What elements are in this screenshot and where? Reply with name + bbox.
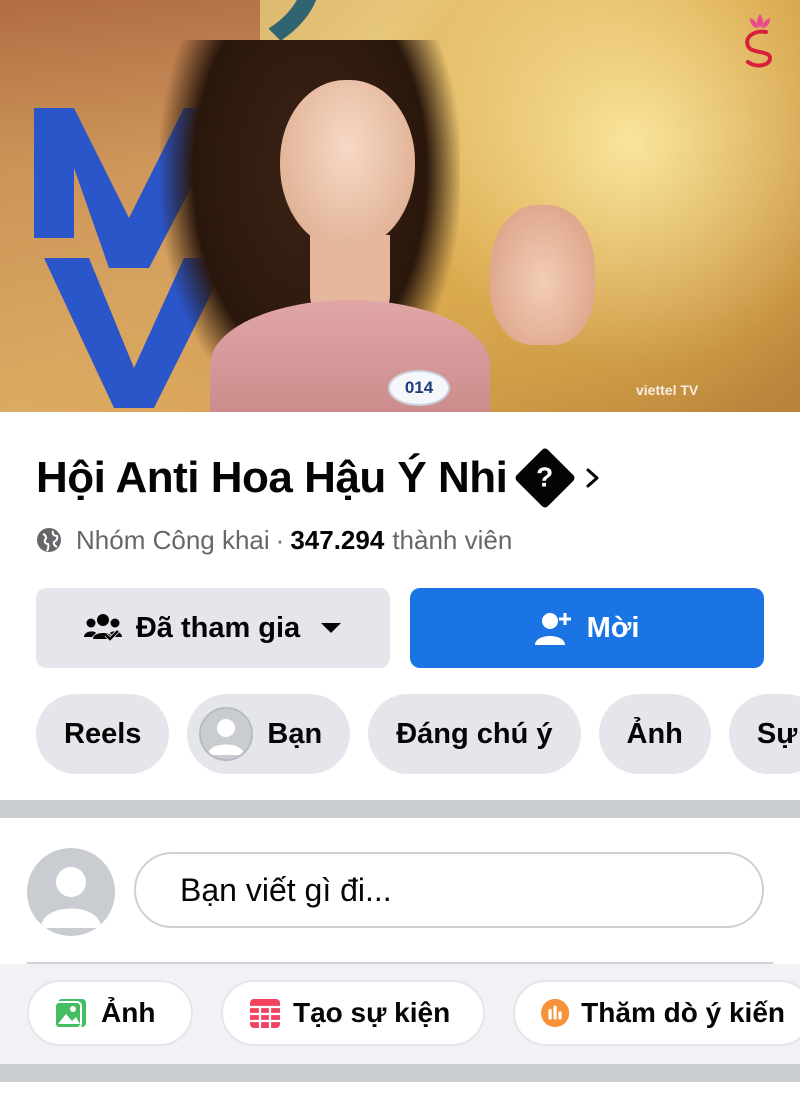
meta-separator: ·: [275, 524, 285, 555]
calendar-icon: [250, 999, 280, 1028]
group-meta: Nhóm Công khai · 347.294 thành viên: [36, 524, 512, 556]
tab-label: Ảnh: [626, 717, 683, 750]
group-members-check-icon: [83, 614, 122, 642]
photo-button-label: Ảnh: [101, 997, 156, 1028]
group-cover-photo[interactable]: 014 viettel TV: [0, 0, 800, 412]
tab-label: Đáng chú ý: [396, 717, 553, 750]
privacy-label: Nhóm Công khai: [76, 524, 270, 555]
tv-watermark: viettel TV: [636, 382, 699, 398]
tab-label: Bạn: [267, 717, 323, 750]
member-count: 347.294: [290, 524, 385, 555]
cover-person-face: [280, 80, 415, 250]
tab-friends[interactable]: Bạn: [187, 694, 351, 774]
globe-icon: [37, 528, 61, 552]
invite-button-label: Mời: [586, 611, 640, 644]
joined-button[interactable]: Đã tham gia: [36, 588, 390, 668]
section-divider: [0, 1064, 800, 1082]
feed-start: [0, 1082, 800, 1100]
invite-button[interactable]: Mời: [410, 588, 764, 668]
tab-label: Sự: [756, 717, 798, 750]
flower-s-logo-icon: [745, 14, 773, 68]
tab-events[interactable]: Sự: [728, 694, 800, 774]
add-person-icon: [534, 613, 571, 645]
caret-down-icon: [321, 623, 342, 633]
poll-button[interactable]: Thăm dò ý kiến: [513, 980, 800, 1046]
post-composer-input[interactable]: Bạn viết gì đi...: [134, 852, 764, 928]
member-label: thành viên: [392, 524, 513, 555]
group-title: Hội Anti Hoa Hậu Ý Nhi: [36, 453, 508, 502]
chevron-right-icon[interactable]: [585, 463, 601, 493]
photo-icon: [55, 999, 86, 1029]
tab-label: Reels: [64, 717, 142, 750]
create-event-label: Tạo sự kiện: [293, 997, 451, 1028]
tab-featured[interactable]: Đáng chú ý: [368, 694, 581, 774]
group-tabs: Reels Bạn Đáng chú ý Ảnh Sự: [36, 694, 800, 774]
avatar-placeholder-icon: [41, 867, 101, 928]
photo-button[interactable]: Ảnh: [27, 980, 193, 1046]
poll-button-label: Thăm dò ý kiến: [581, 997, 785, 1028]
tab-photos[interactable]: Ảnh: [598, 694, 711, 774]
group-title-row[interactable]: Hội Anti Hoa Hậu Ý Nhi ?: [36, 446, 601, 510]
avatar-placeholder-icon: [199, 707, 254, 761]
create-event-button[interactable]: Tạo sự kiện: [221, 980, 485, 1046]
cover-person-hand: [490, 205, 595, 345]
composer-actions: Ảnh Tạo sự kiện Thăm dò ý kiến: [0, 964, 800, 1064]
composer-placeholder: Bạn viết gì đi...: [180, 871, 392, 908]
joined-button-label: Đã tham gia: [135, 611, 301, 644]
poll-icon: [541, 998, 570, 1028]
tab-reels[interactable]: Reels: [36, 694, 170, 774]
contestant-number-tag: 014: [388, 370, 450, 406]
user-avatar[interactable]: [27, 848, 115, 936]
unknown-glyph-text: ?: [536, 461, 554, 493]
unknown-glyph-icon: ?: [514, 446, 577, 510]
section-divider: [0, 800, 800, 818]
